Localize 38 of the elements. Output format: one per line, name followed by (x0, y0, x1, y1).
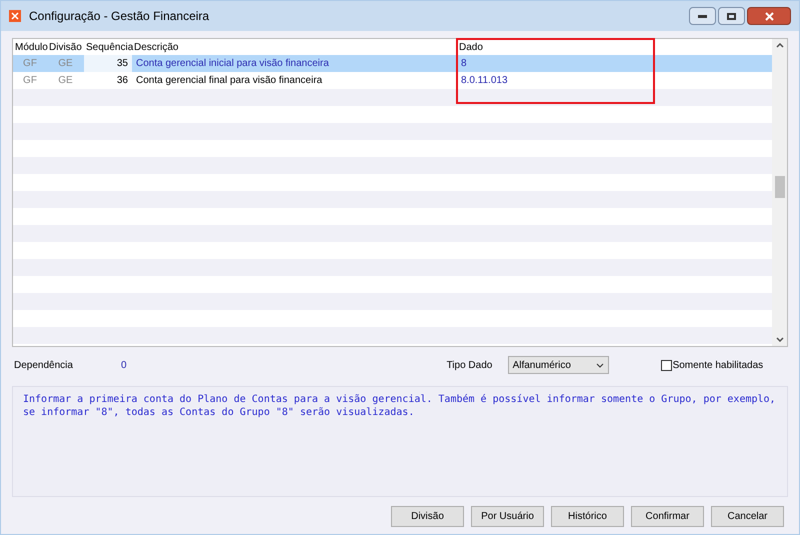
table-cell-text: Conta gerencial final para visão financeira (135, 74, 324, 88)
scrollbar[interactable] (772, 39, 787, 346)
only-enabled-checkbox[interactable]: Somente habilitadas (660, 358, 764, 372)
chevron-down-icon (596, 362, 604, 368)
scroll-down-icon (776, 337, 784, 342)
dependency-value: 0 (121, 358, 127, 372)
dialog-button[interactable]: Histórico (551, 506, 624, 527)
table-cell-text: GF (22, 57, 38, 71)
maximize-button[interactable] (718, 7, 745, 25)
table-cell-text: Conta gerencial inicial para visão financeira (135, 57, 330, 71)
scrollbar-thumb[interactable] (774, 176, 784, 198)
table-cell-text: GF (22, 74, 38, 88)
dialog-button[interactable]: Confirmar (631, 506, 704, 527)
window-title: Configuração - Gestão Financeira (29, 8, 210, 25)
table-row[interactable]: GF GE 35 Conta gerencial inicial para visão financeira 8 (13, 55, 772, 72)
help-text: Informar a primeira conta do Plano de Contas para a visão gerencial. Também é possível informar somente o Grupo, por exemplo, se informar "8", todas as Contas do Grupo "8" serão visualizadas. (23, 393, 777, 419)
app-logo-icon (9, 10, 21, 22)
scroll-up-icon (776, 43, 784, 48)
table-cell-text: GE (57, 74, 74, 88)
column-header[interactable]: Divisão (47, 40, 84, 54)
minimize-button[interactable] (689, 7, 716, 25)
data-type-dropdown[interactable]: Alfanumérico (508, 356, 609, 374)
column-header[interactable]: Descrição (132, 40, 457, 54)
table-cell-text: GE (57, 57, 74, 71)
dialog-button[interactable]: Divisão (391, 506, 464, 527)
dependency-label: Dependência (14, 358, 74, 372)
close-button[interactable] (747, 7, 791, 25)
table-cell-text: 36 (116, 74, 129, 88)
data-type-label: Tipo Dado (446, 358, 494, 372)
column-header[interactable]: Módulo (13, 40, 47, 54)
column-header[interactable]: Dado (457, 40, 772, 54)
table-cell: 35 (84, 55, 132, 72)
column-header[interactable]: Sequência (84, 40, 132, 54)
table-cell-text: 8.0.11.013 (460, 74, 509, 88)
close-icon (764, 12, 774, 20)
dialog-button[interactable]: Cancelar (711, 506, 784, 527)
table-cell-text: 8 (460, 57, 468, 71)
dialog-button[interactable]: Por Usuário (471, 506, 544, 527)
